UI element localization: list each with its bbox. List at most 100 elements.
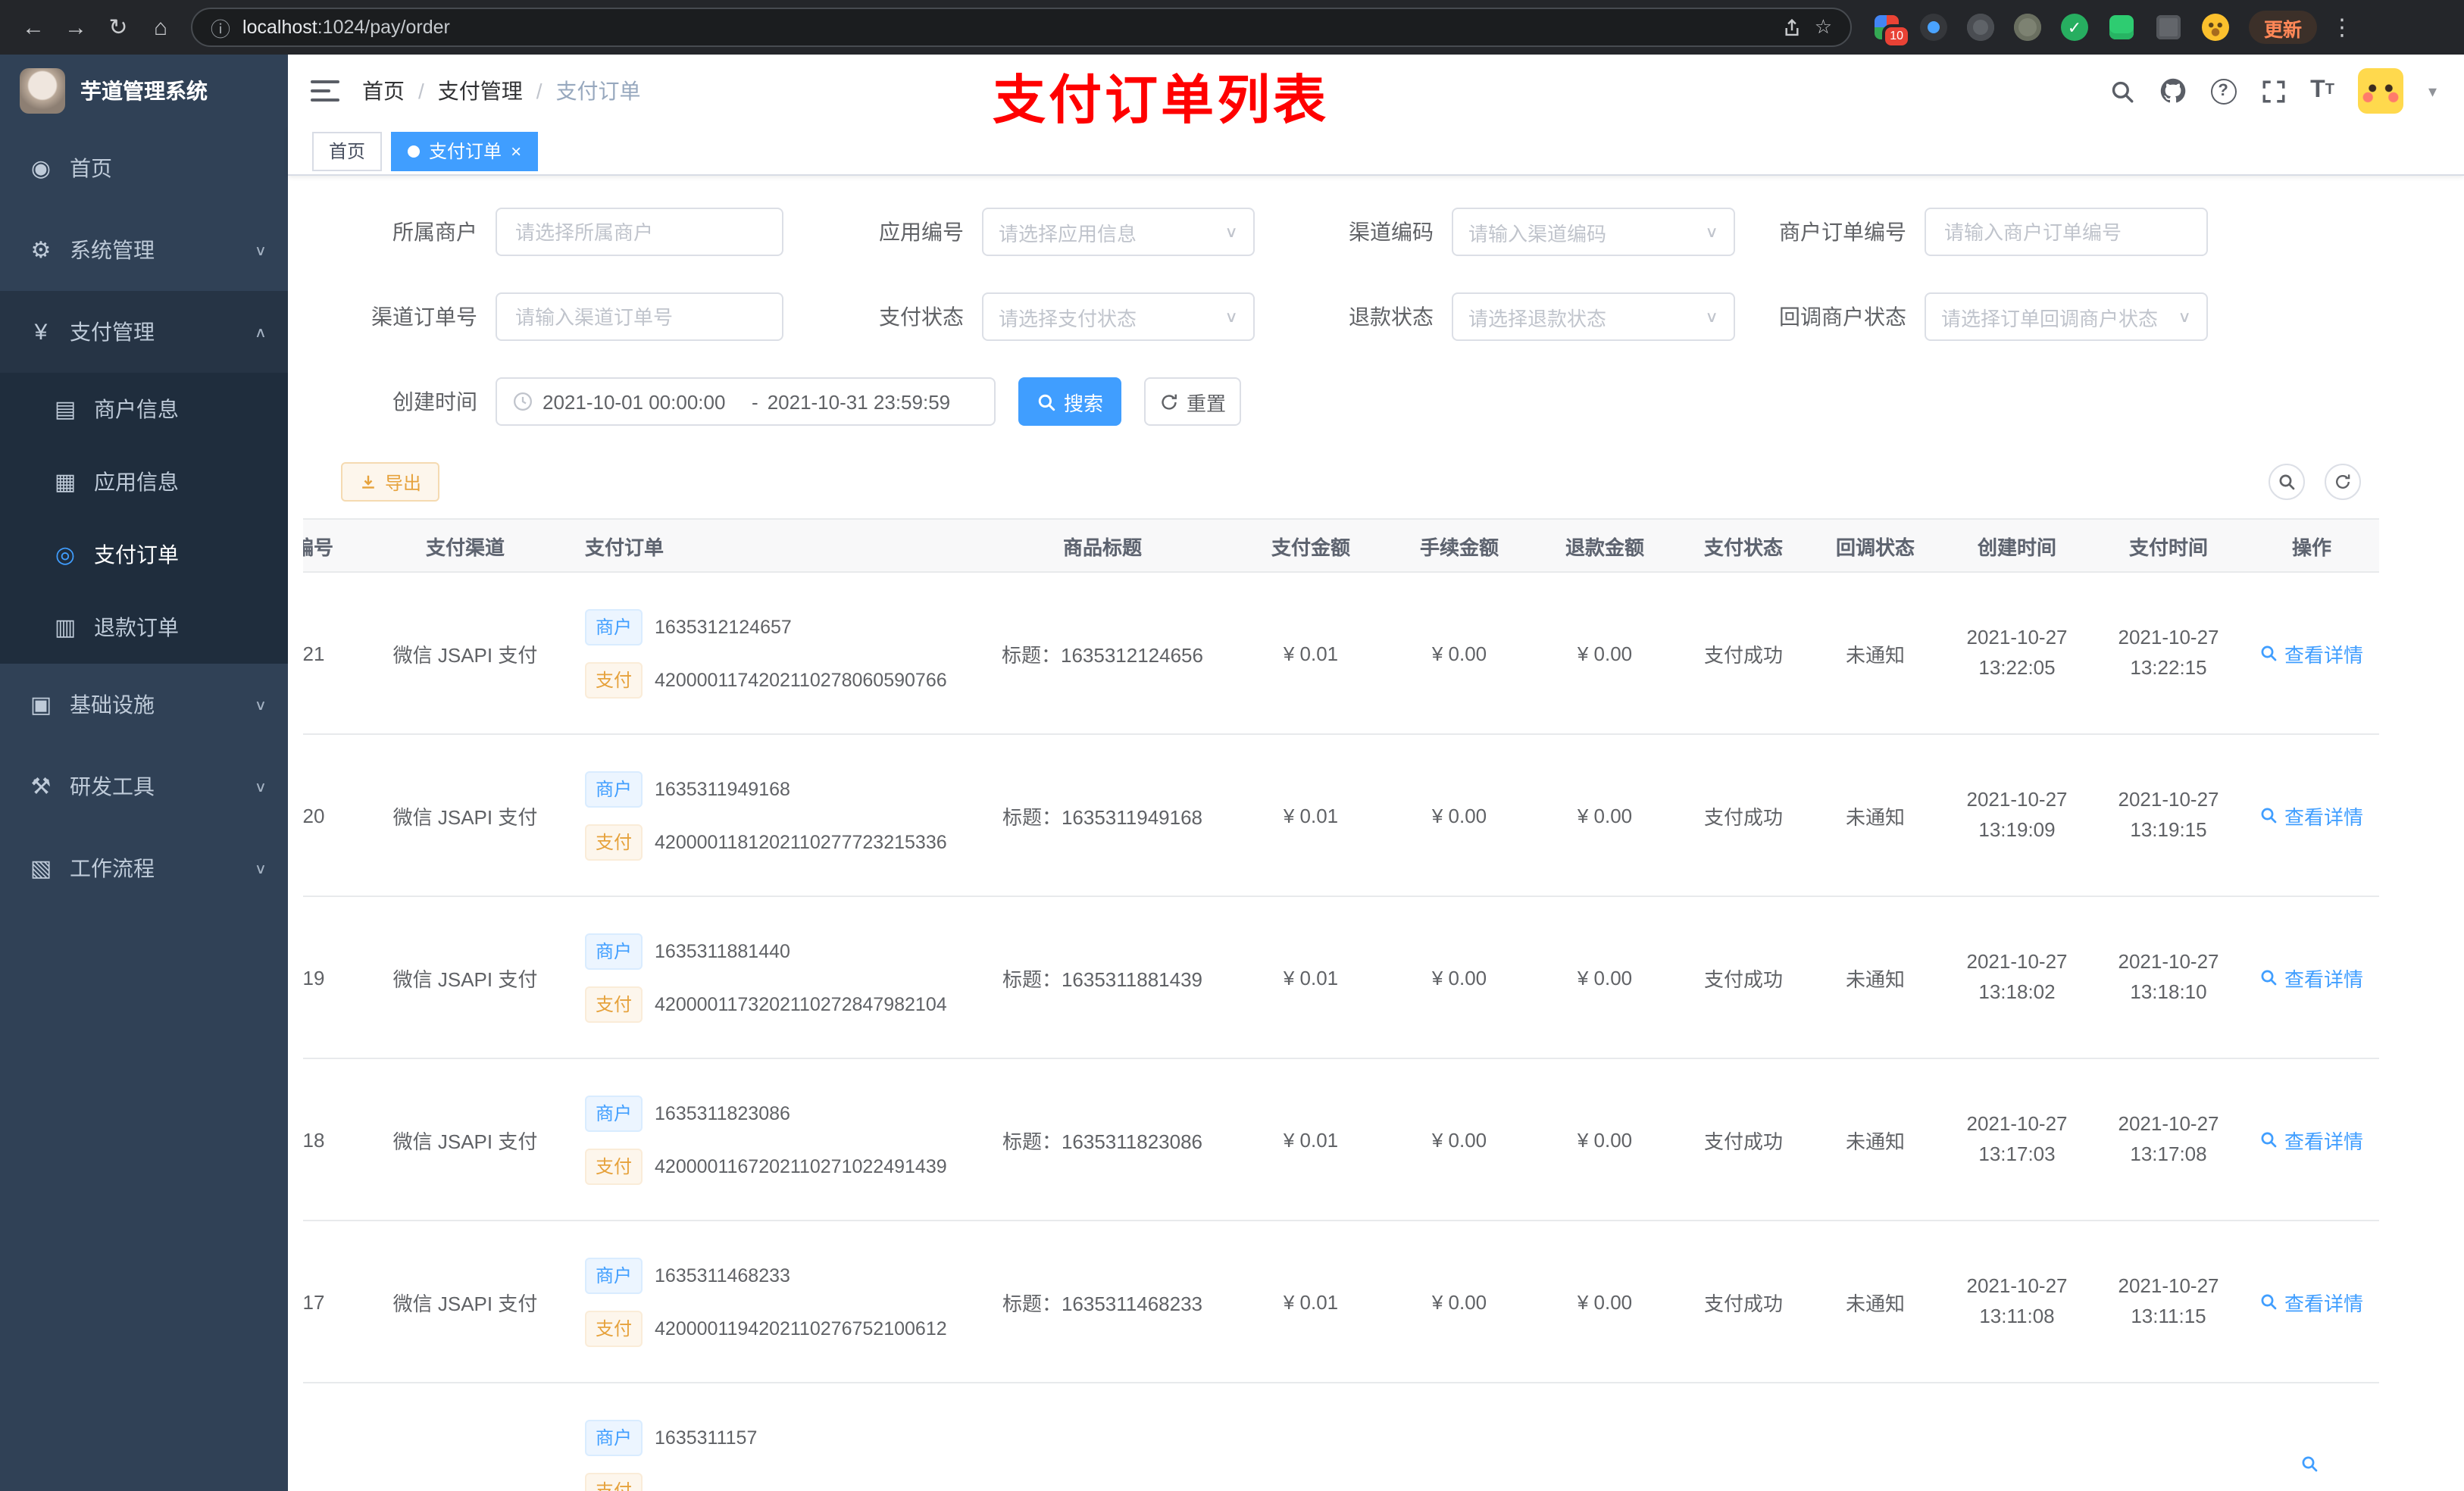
sidebar-item-app-info[interactable]: ▦ 应用信息 <box>0 445 288 518</box>
chevron-up-icon: ∧ <box>254 324 267 341</box>
browser-reload-button[interactable]: ↻ <box>97 6 139 48</box>
date-end-input[interactable] <box>767 390 968 413</box>
cell-actions: 查看详情 <box>2244 1221 2379 1382</box>
cell-actions: 查看详情 <box>2244 573 2379 733</box>
address-bar[interactable]: ⓘ localhost:1024/pay/order ☆ <box>191 8 1852 47</box>
pay-order-no: 4200001174202110278060590766 <box>655 669 947 690</box>
chevron-down-icon: ∨ <box>1224 308 1238 326</box>
cell-fee: ¥ 0.00 <box>1431 804 1487 827</box>
toggle-search-button[interactable] <box>2269 464 2305 500</box>
site-info-icon[interactable]: ⓘ <box>211 13 230 42</box>
sidebar-toggle-icon[interactable] <box>311 80 339 102</box>
cell-status: 支付成功 <box>1703 1130 1783 1152</box>
share-icon[interactable] <box>1783 17 1803 37</box>
sidebar-item-home[interactable]: ◉ 首页 <box>0 127 288 209</box>
reset-button[interactable]: 重置 <box>1144 377 1241 426</box>
tab-home[interactable]: 首页 <box>312 131 383 170</box>
view-detail-link[interactable]: 查看详情 <box>2260 1287 2363 1316</box>
notify-status-filter-label: 回调商户状态 <box>1779 305 1906 329</box>
extension-gray-icon[interactable] <box>1965 12 1996 42</box>
extension-puzzle-icon[interactable] <box>2153 12 2184 42</box>
cell-channel: 微信 JSAPI 支付 <box>392 1130 538 1152</box>
extension-smiley-icon[interactable] <box>2200 12 2231 42</box>
channel-code-filter-label: 渠道编码 <box>1349 220 1434 244</box>
font-size-icon[interactable]: TT <box>2310 78 2334 103</box>
pay-order-no: 4200001173202110272847982104 <box>655 993 947 1014</box>
view-detail-link[interactable]: 查看详情 <box>2260 963 2363 992</box>
breadcrumb-home[interactable]: 首页 <box>362 76 405 106</box>
cell-title: 标题：1635311468233 <box>1002 1292 1203 1314</box>
cell-refund: ¥ 0.00 <box>1577 1128 1633 1151</box>
merchant-filter-input[interactable] <box>496 208 783 256</box>
cell-notify <box>1809 1383 1941 1491</box>
sidebar-item-system[interactable]: ⚙ 系统管理 ∨ <box>0 209 288 291</box>
date-start-input[interactable] <box>543 390 743 413</box>
merchant-order-no: 1635311881440 <box>655 940 790 961</box>
cell-notify: 未通知 <box>1845 1130 1905 1152</box>
extension-green-square-icon[interactable] <box>2106 12 2137 42</box>
cell-paid-time: 2021-10-27 13:11:15 <box>2118 1274 2219 1327</box>
bookmark-star-icon[interactable]: ☆ <box>1815 15 1832 39</box>
fullscreen-icon[interactable] <box>2260 78 2286 104</box>
close-tab-icon[interactable]: × <box>511 142 521 160</box>
orders-table: 编号 支付渠道 支付订单 商品标题 支付金额 手续金额 退款金额 支付状态 回调… <box>303 518 2379 1491</box>
browser-home-button[interactable]: ⌂ <box>139 6 182 48</box>
cell-fee: ¥ 0.00 <box>1431 1290 1487 1313</box>
refund-status-filter-label: 退款状态 <box>1349 305 1434 329</box>
cell-title: 标题：1635311881439 <box>1002 967 1203 990</box>
user-avatar[interactable] <box>2358 68 2404 114</box>
browser-menu-icon[interactable]: ⋮ <box>2331 14 2353 41</box>
search-icon[interactable] <box>2109 78 2134 104</box>
channel-order-no-filter-label: 渠道订单号 <box>371 305 477 329</box>
extension-check-icon[interactable]: ✓ <box>2059 12 2090 42</box>
github-icon[interactable] <box>2159 77 2186 105</box>
view-detail-link[interactable]: 查看详情 <box>2260 639 2363 667</box>
channel-order-no-filter-input[interactable] <box>496 292 783 341</box>
merchant-card-icon: ▤ <box>54 397 77 423</box>
sidebar-item-dev-tools[interactable]: ⚒ 研发工具 ∨ <box>0 746 288 827</box>
search-button[interactable]: 搜索 <box>1018 377 1121 426</box>
cell-id: 19 <box>303 966 325 989</box>
help-icon[interactable]: ? <box>2210 78 2237 104</box>
pay-tag: 支付 <box>585 986 643 1022</box>
pay-status-filter-select[interactable]: 请选择支付状态 ∨ <box>982 292 1255 341</box>
sidebar-item-infrastructure[interactable]: ▣ 基础设施 ∨ <box>0 664 288 746</box>
extension-colorful-icon[interactable]: 10 <box>1871 12 1911 48</box>
cell-fee: ¥ 0.00 <box>1431 966 1487 989</box>
cell-paid-time: 2021-10-27 13:19:15 <box>2118 788 2219 841</box>
sidebar-item-workflow[interactable]: ▧ 工作流程 ∨ <box>0 827 288 909</box>
sidebar-item-payment[interactable]: ¥ 支付管理 ∧ <box>0 291 288 373</box>
browser-update-button[interactable]: 更新 <box>2249 11 2318 44</box>
notify-status-filter-select[interactable]: 请选择订单回调商户状态 ∨ <box>1925 292 2208 341</box>
browser-back-button[interactable]: ← <box>12 6 55 48</box>
view-detail-link[interactable]: 查看详情 <box>2260 1125 2363 1154</box>
merchant-tag: 商户 <box>585 1419 643 1455</box>
refund-status-filter-select[interactable]: 请选择退款状态 ∨ <box>1452 292 1735 341</box>
chevron-down-icon: ∨ <box>254 697 267 714</box>
refresh-button[interactable] <box>2325 464 2361 500</box>
sidebar-item-refund-order[interactable]: ▥ 退款订单 <box>0 591 288 664</box>
breadcrumb-payment[interactable]: 支付管理 <box>438 76 523 106</box>
cell-notify: 未通知 <box>1845 1292 1905 1314</box>
cell-created-time: 2021-10-27 13:11:08 <box>1966 1274 2068 1327</box>
extension-drop-icon[interactable] <box>1918 12 1949 42</box>
export-button[interactable]: 导出 <box>341 462 440 502</box>
browser-forward-button[interactable]: → <box>55 6 97 48</box>
tab-pay-order[interactable]: 支付订单 × <box>391 131 539 170</box>
clock-icon <box>512 391 533 412</box>
date-range-picker[interactable]: - <box>496 377 996 426</box>
channel-code-filter-select[interactable]: 请输入渠道编码 ∨ <box>1452 208 1735 256</box>
app-logo: 芋道管理系统 <box>0 55 288 127</box>
document-icon: ▥ <box>54 615 77 641</box>
merchant-order-no-filter-input[interactable] <box>1925 208 2208 256</box>
avatar-caret-icon[interactable]: ▾ <box>2428 81 2437 101</box>
cell-fee <box>1387 1383 1532 1491</box>
cell-order: 商户 1635311157 支付 <box>564 1383 970 1491</box>
cell-order: 商户 1635311949168 支付 42000011812021102777… <box>564 735 970 896</box>
app-id-filter-select[interactable]: 请选择应用信息 ∨ <box>982 208 1255 256</box>
view-detail-link[interactable] <box>2300 1455 2324 1473</box>
extension-olive-icon[interactable] <box>2012 12 2043 42</box>
sidebar-item-pay-order[interactable]: ◎ 支付订单 <box>0 518 288 591</box>
view-detail-link[interactable]: 查看详情 <box>2260 801 2363 830</box>
sidebar-item-merchant-info[interactable]: ▤ 商户信息 <box>0 373 288 445</box>
